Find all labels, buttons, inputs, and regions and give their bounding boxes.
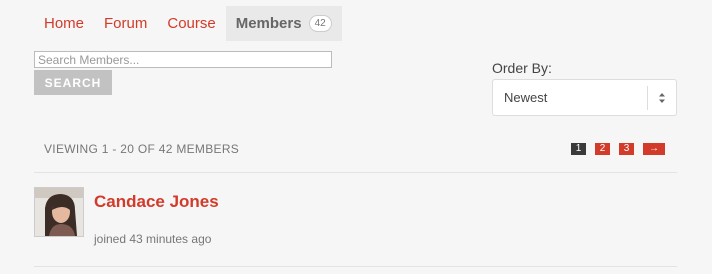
pagination: 1 2 3 → <box>571 143 665 155</box>
list-divider-top <box>34 172 677 173</box>
list-divider-bottom <box>34 266 677 267</box>
member-avatar[interactable] <box>34 187 84 237</box>
page-1-link[interactable]: 1 <box>571 143 586 155</box>
viewing-count-text: VIEWING 1 - 20 OF 42 MEMBERS <box>44 142 240 156</box>
next-page-link[interactable]: → <box>643 143 665 155</box>
tab-course-label: Course <box>167 15 216 32</box>
member-name-link[interactable]: Candace Jones <box>94 192 219 212</box>
page-2-link[interactable]: 2 <box>595 143 610 155</box>
search-button[interactable]: SEARCH <box>34 70 112 95</box>
members-count-badge: 42 <box>308 15 332 32</box>
member-nav-tabs: Home Forum Course Members 42 <box>34 6 342 41</box>
updown-arrows-icon <box>648 92 676 104</box>
avatar-photo <box>35 188 83 236</box>
member-joined-text: joined 43 minutes ago <box>94 232 212 246</box>
order-by-selected-value: Newest <box>504 90 548 105</box>
search-members-input[interactable] <box>34 51 332 68</box>
tab-forum-label: Forum <box>104 15 148 32</box>
tab-course[interactable]: Course <box>157 6 225 41</box>
tab-members-label: Members <box>235 15 302 32</box>
tab-home-label: Home <box>44 15 85 32</box>
page-3-link[interactable]: 3 <box>619 143 634 155</box>
tab-members[interactable]: Members 42 <box>225 6 342 41</box>
tab-home[interactable]: Home <box>34 6 94 41</box>
order-by-select[interactable]: Newest <box>492 79 677 116</box>
tab-forum[interactable]: Forum <box>94 6 157 41</box>
order-by-label: Order By: <box>492 60 552 76</box>
